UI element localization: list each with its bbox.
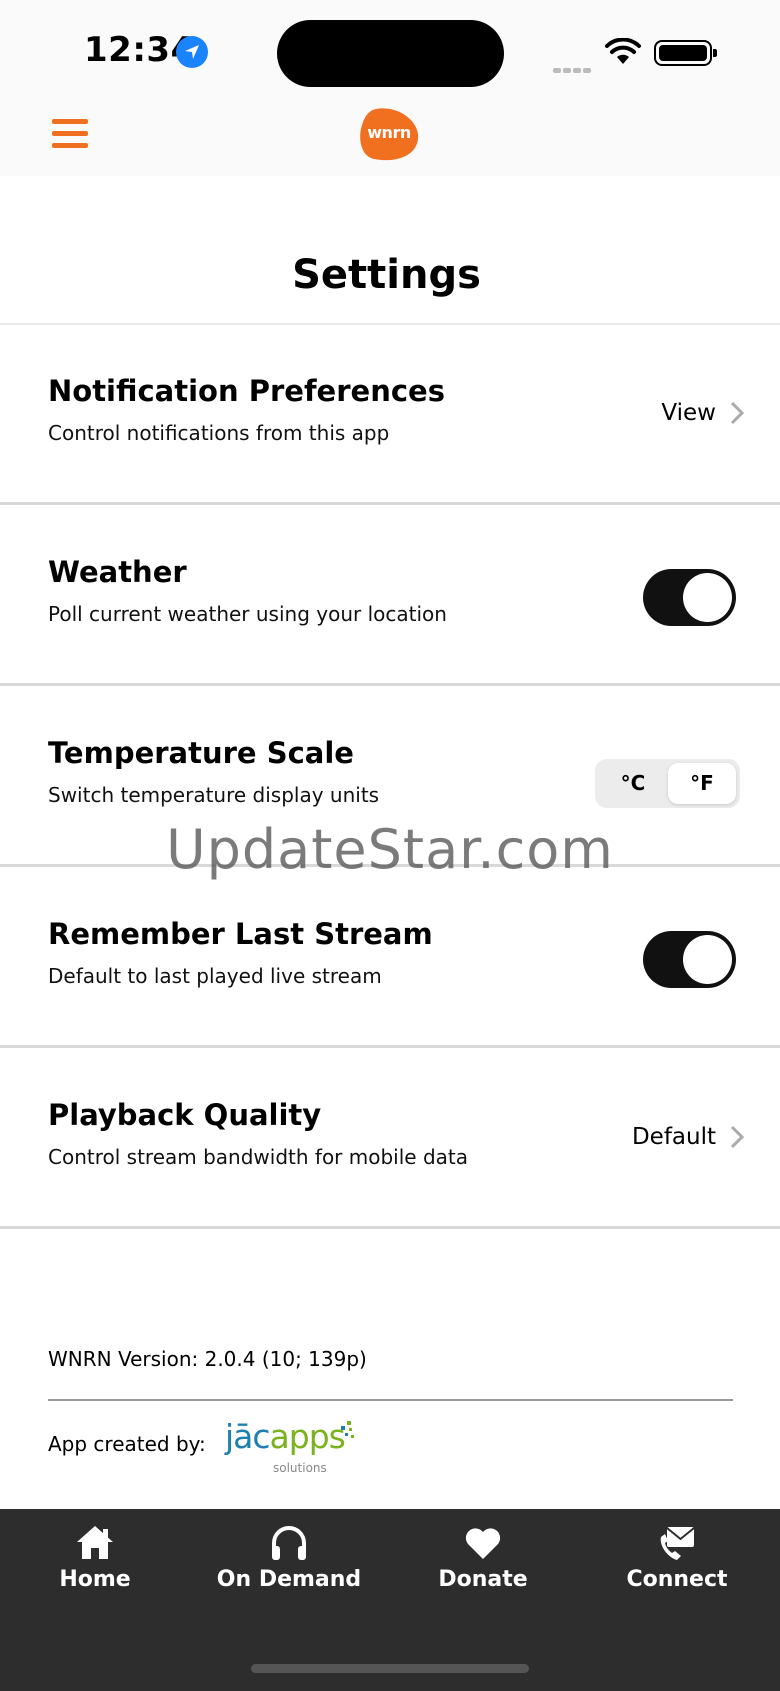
fahrenheit-option[interactable]: °F bbox=[668, 763, 736, 804]
toggle-knob bbox=[683, 573, 732, 622]
toggle-knob bbox=[683, 935, 732, 984]
jacapps-dots-icon bbox=[341, 1421, 354, 1438]
playback-quality-link[interactable]: Default bbox=[632, 1124, 744, 1150]
home-icon bbox=[77, 1526, 113, 1559]
row-title: Notification Preferences bbox=[48, 374, 445, 408]
remember-last-stream-row: Remember Last Stream Default to last pla… bbox=[0, 867, 780, 1048]
dynamic-island bbox=[277, 20, 504, 87]
divider bbox=[48, 1399, 733, 1401]
battery-icon bbox=[654, 40, 717, 66]
status-bar: 12:34 bbox=[0, 0, 780, 100]
tab-label: On Demand bbox=[216, 1567, 362, 1592]
wnrn-logo: wnrn bbox=[358, 107, 420, 162]
playback-quality-row[interactable]: Playback Quality Control stream bandwidt… bbox=[0, 1048, 780, 1229]
notification-view-link[interactable]: View bbox=[661, 400, 744, 426]
row-title: Playback Quality bbox=[48, 1098, 322, 1132]
chevron-right-icon bbox=[730, 1125, 744, 1149]
row-title: Remember Last Stream bbox=[48, 917, 433, 951]
weather-row: Weather Poll current weather using your … bbox=[0, 505, 780, 686]
app-header: wnrn bbox=[0, 100, 780, 176]
jacapps-logo[interactable]: jācapps solutions bbox=[225, 1417, 355, 1477]
row-description: Switch temperature display units bbox=[48, 783, 380, 807]
tab-connect[interactable]: Connect bbox=[587, 1523, 767, 1592]
jacapps-tagline: solutions bbox=[273, 1461, 327, 1475]
row-title: Weather bbox=[48, 555, 187, 589]
remember-stream-toggle[interactable] bbox=[643, 931, 736, 988]
weather-toggle[interactable] bbox=[643, 569, 736, 626]
watermark-text: UpdateStar.com bbox=[166, 818, 614, 881]
location-arrow-icon bbox=[176, 36, 208, 68]
wifi-icon bbox=[605, 38, 641, 64]
tab-on-demand[interactable]: On Demand bbox=[199, 1523, 379, 1592]
credit-label: App created by: bbox=[48, 1432, 206, 1456]
tab-label: Connect bbox=[626, 1567, 728, 1592]
celsius-option[interactable]: °C bbox=[599, 763, 667, 804]
row-title: Temperature Scale bbox=[48, 736, 354, 770]
tab-label: Home bbox=[59, 1567, 131, 1592]
cellular-signal-icon bbox=[553, 58, 593, 77]
tab-home[interactable]: Home bbox=[5, 1523, 185, 1592]
divider bbox=[0, 1226, 780, 1229]
tab-label: Donate bbox=[438, 1567, 528, 1592]
heart-icon bbox=[465, 1528, 501, 1559]
home-indicator bbox=[251, 1664, 529, 1673]
page-title: Settings bbox=[292, 252, 481, 298]
tab-donate[interactable]: Donate bbox=[393, 1523, 573, 1592]
notification-preferences-row[interactable]: Notification Preferences Control notific… bbox=[0, 324, 780, 505]
mail-phone-icon bbox=[660, 1527, 695, 1560]
hamburger-menu-icon[interactable] bbox=[52, 119, 88, 149]
action-label: Default bbox=[631, 1124, 716, 1150]
headphones-icon bbox=[272, 1526, 306, 1560]
action-label: View bbox=[661, 400, 716, 426]
chevron-right-icon bbox=[730, 401, 744, 425]
row-description: Default to last played live stream bbox=[48, 964, 382, 988]
row-description: Control notifications from this app bbox=[48, 421, 390, 445]
row-description: Poll current weather using your location bbox=[48, 602, 447, 626]
jacapps-wordmark: jācapps bbox=[225, 1417, 346, 1456]
row-description: Control stream bandwidth for mobile data bbox=[48, 1145, 468, 1169]
temperature-unit-segmented-control: °C °F bbox=[595, 759, 740, 808]
app-version: WNRN Version: 2.0.4 (10; 139p) bbox=[48, 1347, 367, 1371]
